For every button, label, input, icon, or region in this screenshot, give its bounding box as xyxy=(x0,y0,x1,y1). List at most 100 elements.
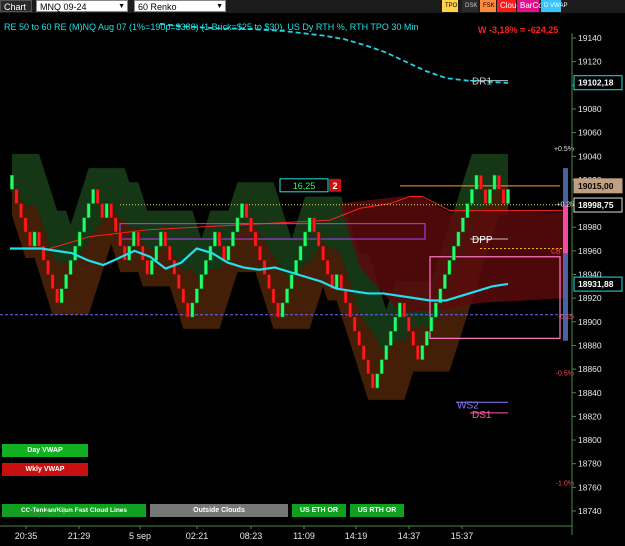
renko-brick xyxy=(312,217,316,233)
renko-brick xyxy=(379,359,384,375)
price-tick-label: 18800 xyxy=(578,435,602,445)
time-tick-label: 20:35 xyxy=(15,531,38,541)
us-eth-or-button[interactable]: US ETH OR xyxy=(292,504,346,517)
renko-brick xyxy=(388,331,393,346)
renko-brick xyxy=(14,189,19,204)
renko-brick xyxy=(339,274,344,289)
renko-brick xyxy=(375,373,380,389)
renko-brick xyxy=(429,316,434,332)
chevron-down-icon: ▼ xyxy=(118,3,125,10)
weekly-vwap-button[interactable]: Wkly VWAP xyxy=(2,463,88,476)
renko-brick xyxy=(181,288,186,304)
price-tick-label: 18860 xyxy=(578,364,602,374)
renko-brick xyxy=(64,274,68,289)
period-label: 60 Renko xyxy=(138,2,177,12)
renko-brick xyxy=(77,231,82,247)
renko-brick xyxy=(185,302,190,318)
us-rth-or-button[interactable]: US RTH OR xyxy=(350,504,404,517)
renko-brick xyxy=(46,260,50,275)
price-tick-label: 18740 xyxy=(578,506,602,516)
dsk-toggle-button[interactable]: DSK xyxy=(462,0,478,12)
price-tick-label: 19080 xyxy=(578,104,602,114)
renko-brick xyxy=(167,245,172,261)
fsk-toggle-button[interactable]: FSK xyxy=(480,0,496,12)
time-tick-label: 14:37 xyxy=(398,531,421,541)
renko-brick xyxy=(204,260,208,275)
weekly-change-label: W -3,18% = -624,25 xyxy=(478,25,558,35)
renko-brick xyxy=(506,189,510,204)
price-tick-label: 18920 xyxy=(578,293,602,303)
renko-brick xyxy=(433,302,438,318)
renko-brick xyxy=(424,331,429,346)
count-badge-value: 2 xyxy=(332,181,337,191)
renko-brick xyxy=(406,316,411,332)
renko-brick xyxy=(361,345,366,360)
price-tick-label: 19040 xyxy=(578,151,602,161)
chart-menu-button[interactable]: Chart xyxy=(0,0,32,12)
toolbar: Chart MNQ 09-24 ▼ 60 Renko ▼ TPO DSK FSK… xyxy=(0,0,625,14)
renko-brick xyxy=(461,217,465,233)
period-selector[interactable]: 60 Renko ▼ xyxy=(134,0,226,12)
price-tick-label: 19120 xyxy=(578,57,602,67)
renko-brick xyxy=(397,302,402,318)
cloud-toggle-button[interactable]: Cloud xyxy=(497,0,521,12)
renko-brick xyxy=(334,274,339,289)
renko-brick xyxy=(100,203,105,218)
chevron-down-icon: ▼ xyxy=(216,3,223,10)
renko-brick xyxy=(55,288,59,304)
renko-brick xyxy=(285,288,289,304)
price-marker-label: 18998,75 xyxy=(578,200,614,210)
renko-brick xyxy=(452,245,456,261)
renko-brick xyxy=(82,217,87,233)
price-marker-label: 18931,88 xyxy=(578,279,614,289)
tpo-toggle-button[interactable]: TPO xyxy=(442,0,458,12)
renko-brick xyxy=(420,345,425,360)
percent-label: +0.5% xyxy=(554,146,574,153)
renko-brick xyxy=(10,174,14,190)
level-label-dpp: DPP xyxy=(472,235,493,246)
level-label-dr1: DR1 xyxy=(472,77,492,88)
renko-brick xyxy=(136,231,141,247)
renko-brick xyxy=(240,203,244,218)
renko-brick xyxy=(447,260,452,275)
time-tick-label: 02:21 xyxy=(186,531,209,541)
price-tick-label: 18760 xyxy=(578,482,602,492)
outside-clouds-button[interactable]: Outside Clouds xyxy=(150,504,288,517)
renko-brick xyxy=(109,203,114,218)
barcol-toggle-button[interactable]: BarCol xyxy=(517,0,544,12)
renko-brick xyxy=(59,288,64,304)
renko-brick xyxy=(271,288,276,304)
renko-brick xyxy=(294,260,298,275)
renko-brick xyxy=(402,302,407,318)
renko-brick xyxy=(370,373,375,389)
renko-brick xyxy=(95,189,100,204)
renko-brick xyxy=(303,231,307,247)
renko-brick xyxy=(267,274,271,289)
price-tick-label: 18980 xyxy=(578,222,602,232)
renko-brick xyxy=(384,345,389,360)
renko-brick xyxy=(199,274,204,289)
renko-brick xyxy=(50,274,55,289)
percent-label: +0.25 xyxy=(556,202,574,209)
renko-brick xyxy=(190,302,195,318)
renko-brick xyxy=(352,316,357,332)
time-tick-label: 14:19 xyxy=(345,531,368,541)
renko-brick xyxy=(298,245,303,261)
renko-brick xyxy=(316,231,321,247)
renko-brick xyxy=(154,245,159,261)
time-tick-label: 5 sep xyxy=(129,531,151,541)
vwap-toggle-button[interactable]: D VWAP xyxy=(541,0,567,12)
price-marker-label: 19015,00 xyxy=(578,181,614,191)
renko-brick xyxy=(231,231,235,247)
renko-brick xyxy=(357,331,362,346)
day-vwap-button[interactable]: Day VWAP xyxy=(2,444,88,457)
renko-brick xyxy=(497,174,501,190)
renko-brick xyxy=(131,231,136,247)
price-tick-label: 18960 xyxy=(578,246,602,256)
level-label-cb: CB xyxy=(551,249,561,256)
renko-brick xyxy=(474,174,479,190)
renko-chart[interactable]: DR1DPPWS2DS1CB+0.5%+0.25-0.25-0.5%-1.0%1… xyxy=(0,13,625,546)
renko-brick xyxy=(492,174,497,190)
instrument-selector[interactable]: MNQ 09-24 ▼ xyxy=(36,0,128,12)
instrument-label: MNQ 09-24 xyxy=(40,2,87,12)
